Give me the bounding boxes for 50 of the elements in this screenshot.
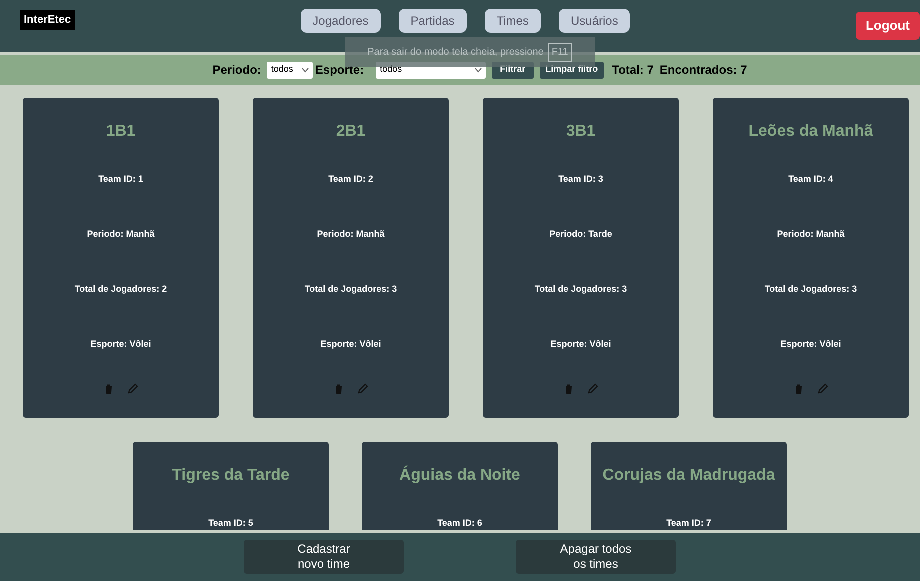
total-count: Total: 7 — [612, 62, 654, 79]
team-name: Leões da Manhã — [748, 122, 874, 142]
logout-button[interactable]: Logout — [856, 12, 920, 40]
team-detail: Team ID: 1 — [98, 174, 144, 185]
team-detail: Total de Jogadores: 3 — [534, 284, 628, 295]
team-detail: Total de Jogadores: 2 — [74, 284, 168, 295]
trash-icon[interactable] — [793, 383, 805, 395]
pencil-icon[interactable] — [587, 383, 599, 395]
chevron-icon — [302, 68, 310, 72]
team-detail: Total de Jogadores: 3 — [304, 284, 398, 295]
team-name: 2B1 — [336, 122, 366, 142]
pencil-icon[interactable] — [127, 383, 139, 395]
found-count: Encontrados: 7 — [660, 62, 748, 79]
team-detail: Periodo: Manhã — [777, 229, 845, 240]
team-name: 3B1 — [566, 122, 596, 142]
team-detail: Team ID: 6 — [438, 518, 482, 529]
team-detail: Team ID: 3 — [558, 174, 604, 185]
team-detail: Team ID: 5 — [208, 518, 254, 529]
team-detail: Team ID: 4 — [788, 174, 834, 185]
team-detail: Esporte: Vôlei — [320, 339, 382, 350]
filter-label: Esporte: — [315, 62, 364, 79]
nav-link[interactable]: Times — [484, 9, 541, 33]
team-detail: Esporte: Vôlei — [780, 339, 842, 350]
team-detail: Esporte: Vôlei — [90, 339, 152, 350]
team-detail: Total de Jogadores: 3 — [764, 284, 858, 295]
team-detail: Periodo: Manhã — [87, 229, 155, 240]
delete-all-button[interactable]: Apagar todos os times — [516, 540, 676, 574]
team-detail: Esporte: Vôlei — [550, 339, 612, 350]
team-name: Tigres da Tarde — [172, 466, 290, 486]
period-select[interactable]: todos — [267, 62, 314, 78]
team-detail: Periodo: Manhã — [317, 229, 385, 240]
nav-link[interactable]: Jogadores — [300, 9, 381, 33]
team-detail: Team ID: 7 — [666, 518, 712, 529]
logo[interactable]: InterEtec — [20, 10, 76, 30]
pencil-icon[interactable] — [817, 383, 829, 395]
notice-text: Para sair do modo tela cheia, pressione — [368, 46, 544, 60]
team-name: 1B1 — [106, 122, 136, 142]
team-name: Corujas da Madrugada — [602, 466, 776, 486]
register-team-button[interactable]: Cadastrar novo time — [244, 540, 404, 574]
pencil-icon[interactable] — [357, 383, 369, 395]
trash-icon[interactable] — [333, 383, 345, 395]
team-detail: Team ID: 2 — [328, 174, 374, 185]
nav-link[interactable]: Usuários — [558, 9, 630, 33]
trash-icon[interactable] — [563, 383, 575, 395]
filter-label: Periodo: — [212, 62, 262, 79]
key-hint: F11 — [548, 42, 572, 62]
team-detail: Periodo: Tarde — [550, 229, 612, 240]
team-name: Águias da Noite — [400, 464, 520, 486]
trash-icon[interactable] — [103, 383, 115, 395]
nav-link[interactable]: Partidas — [398, 9, 467, 33]
